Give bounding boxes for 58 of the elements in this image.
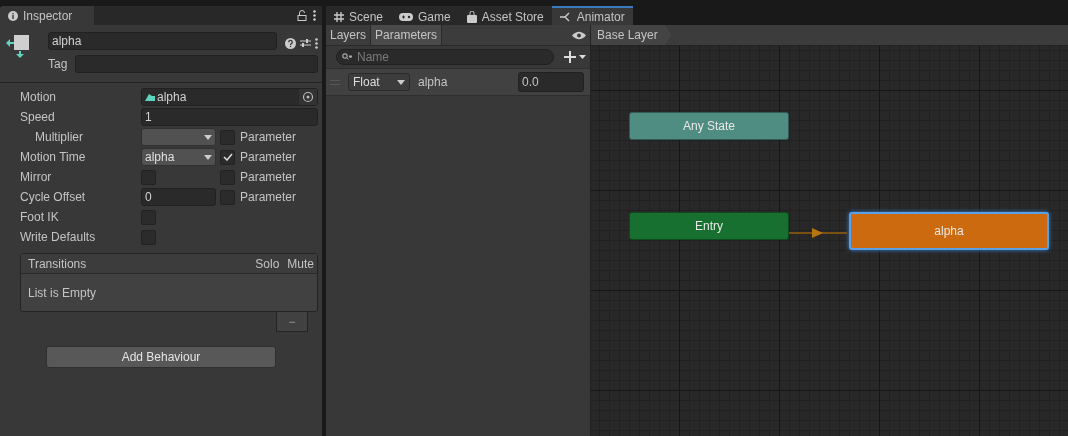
branch-icon bbox=[559, 11, 572, 22]
column-header: Solo bbox=[255, 256, 280, 271]
check-icon bbox=[222, 153, 233, 161]
type-dropdown[interactable]: Float bbox=[348, 73, 410, 91]
motion-field[interactable]: alpha bbox=[141, 88, 318, 106]
parameter-checkbox[interactable] bbox=[220, 149, 235, 165]
parameter-value-field[interactable]: 0.0 bbox=[518, 72, 584, 92]
property-label: Mirror bbox=[20, 170, 53, 184]
more-icon[interactable] bbox=[313, 10, 316, 21]
sliders-icon[interactable] bbox=[300, 38, 311, 48]
property-label: Motion Time bbox=[20, 150, 87, 164]
target-icon[interactable] bbox=[299, 89, 317, 105]
remove-button[interactable]: − bbox=[276, 312, 308, 332]
state-node[interactable]: Entry bbox=[629, 212, 789, 240]
parameter-label: Parameter bbox=[240, 130, 297, 144]
window-tab[interactable]: Scene bbox=[326, 6, 392, 25]
caret-icon bbox=[397, 79, 405, 85]
add-behaviour-button[interactable]: Add Behaviour bbox=[46, 346, 276, 368]
property-label: Motion bbox=[20, 90, 58, 104]
panel-tab[interactable]: Parameters bbox=[371, 25, 443, 45]
property-label: Multiplier bbox=[34, 130, 84, 144]
search-icon bbox=[342, 53, 352, 61]
bag-icon bbox=[466, 10, 477, 23]
parameter-label: Parameter bbox=[240, 170, 297, 184]
property-label: Write Defaults bbox=[20, 230, 97, 244]
window-tab[interactable]: Game bbox=[391, 6, 459, 25]
help-icon[interactable] bbox=[285, 37, 296, 49]
eye-icon[interactable] bbox=[572, 30, 586, 40]
clip-icon bbox=[145, 93, 155, 101]
column-header: Mute bbox=[287, 256, 314, 271]
window-tab[interactable]: Asset Store bbox=[458, 6, 552, 25]
add-icon[interactable] bbox=[564, 51, 586, 63]
tag-label: Tag bbox=[48, 57, 68, 71]
more-icon[interactable] bbox=[315, 37, 318, 49]
parameter-search-field[interactable]: Name bbox=[336, 49, 554, 65]
dropdown[interactable]: alpha bbox=[141, 148, 216, 166]
state-icon bbox=[6, 34, 30, 60]
parameter-name: alpha bbox=[418, 75, 449, 89]
window-tab[interactable]: Animator bbox=[551, 6, 633, 25]
gamepad-icon bbox=[399, 12, 414, 21]
property-label: Speed bbox=[20, 110, 56, 124]
lock-icon[interactable] bbox=[297, 10, 307, 21]
breadcrumb[interactable]: Base Layer bbox=[591, 25, 672, 45]
value-field[interactable]: 1 bbox=[141, 108, 318, 126]
grid-icon bbox=[334, 11, 344, 22]
caret-icon bbox=[204, 154, 212, 160]
info-icon bbox=[8, 10, 18, 21]
value-field[interactable]: 0 bbox=[141, 188, 216, 206]
property-label: Foot IK bbox=[20, 210, 60, 224]
parameter-label: Parameter bbox=[240, 150, 297, 164]
empty-message: List is Empty bbox=[28, 285, 96, 300]
parameter-label: Parameter bbox=[240, 190, 297, 204]
caret-icon bbox=[204, 134, 212, 140]
inspector-tab[interactable]: Inspector bbox=[0, 6, 94, 25]
property-label: Cycle Offset bbox=[20, 190, 87, 204]
object-name-field[interactable]: alpha bbox=[48, 32, 277, 50]
transition-arrow[interactable] bbox=[788, 228, 848, 238]
list-title: Transitions bbox=[28, 256, 87, 271]
